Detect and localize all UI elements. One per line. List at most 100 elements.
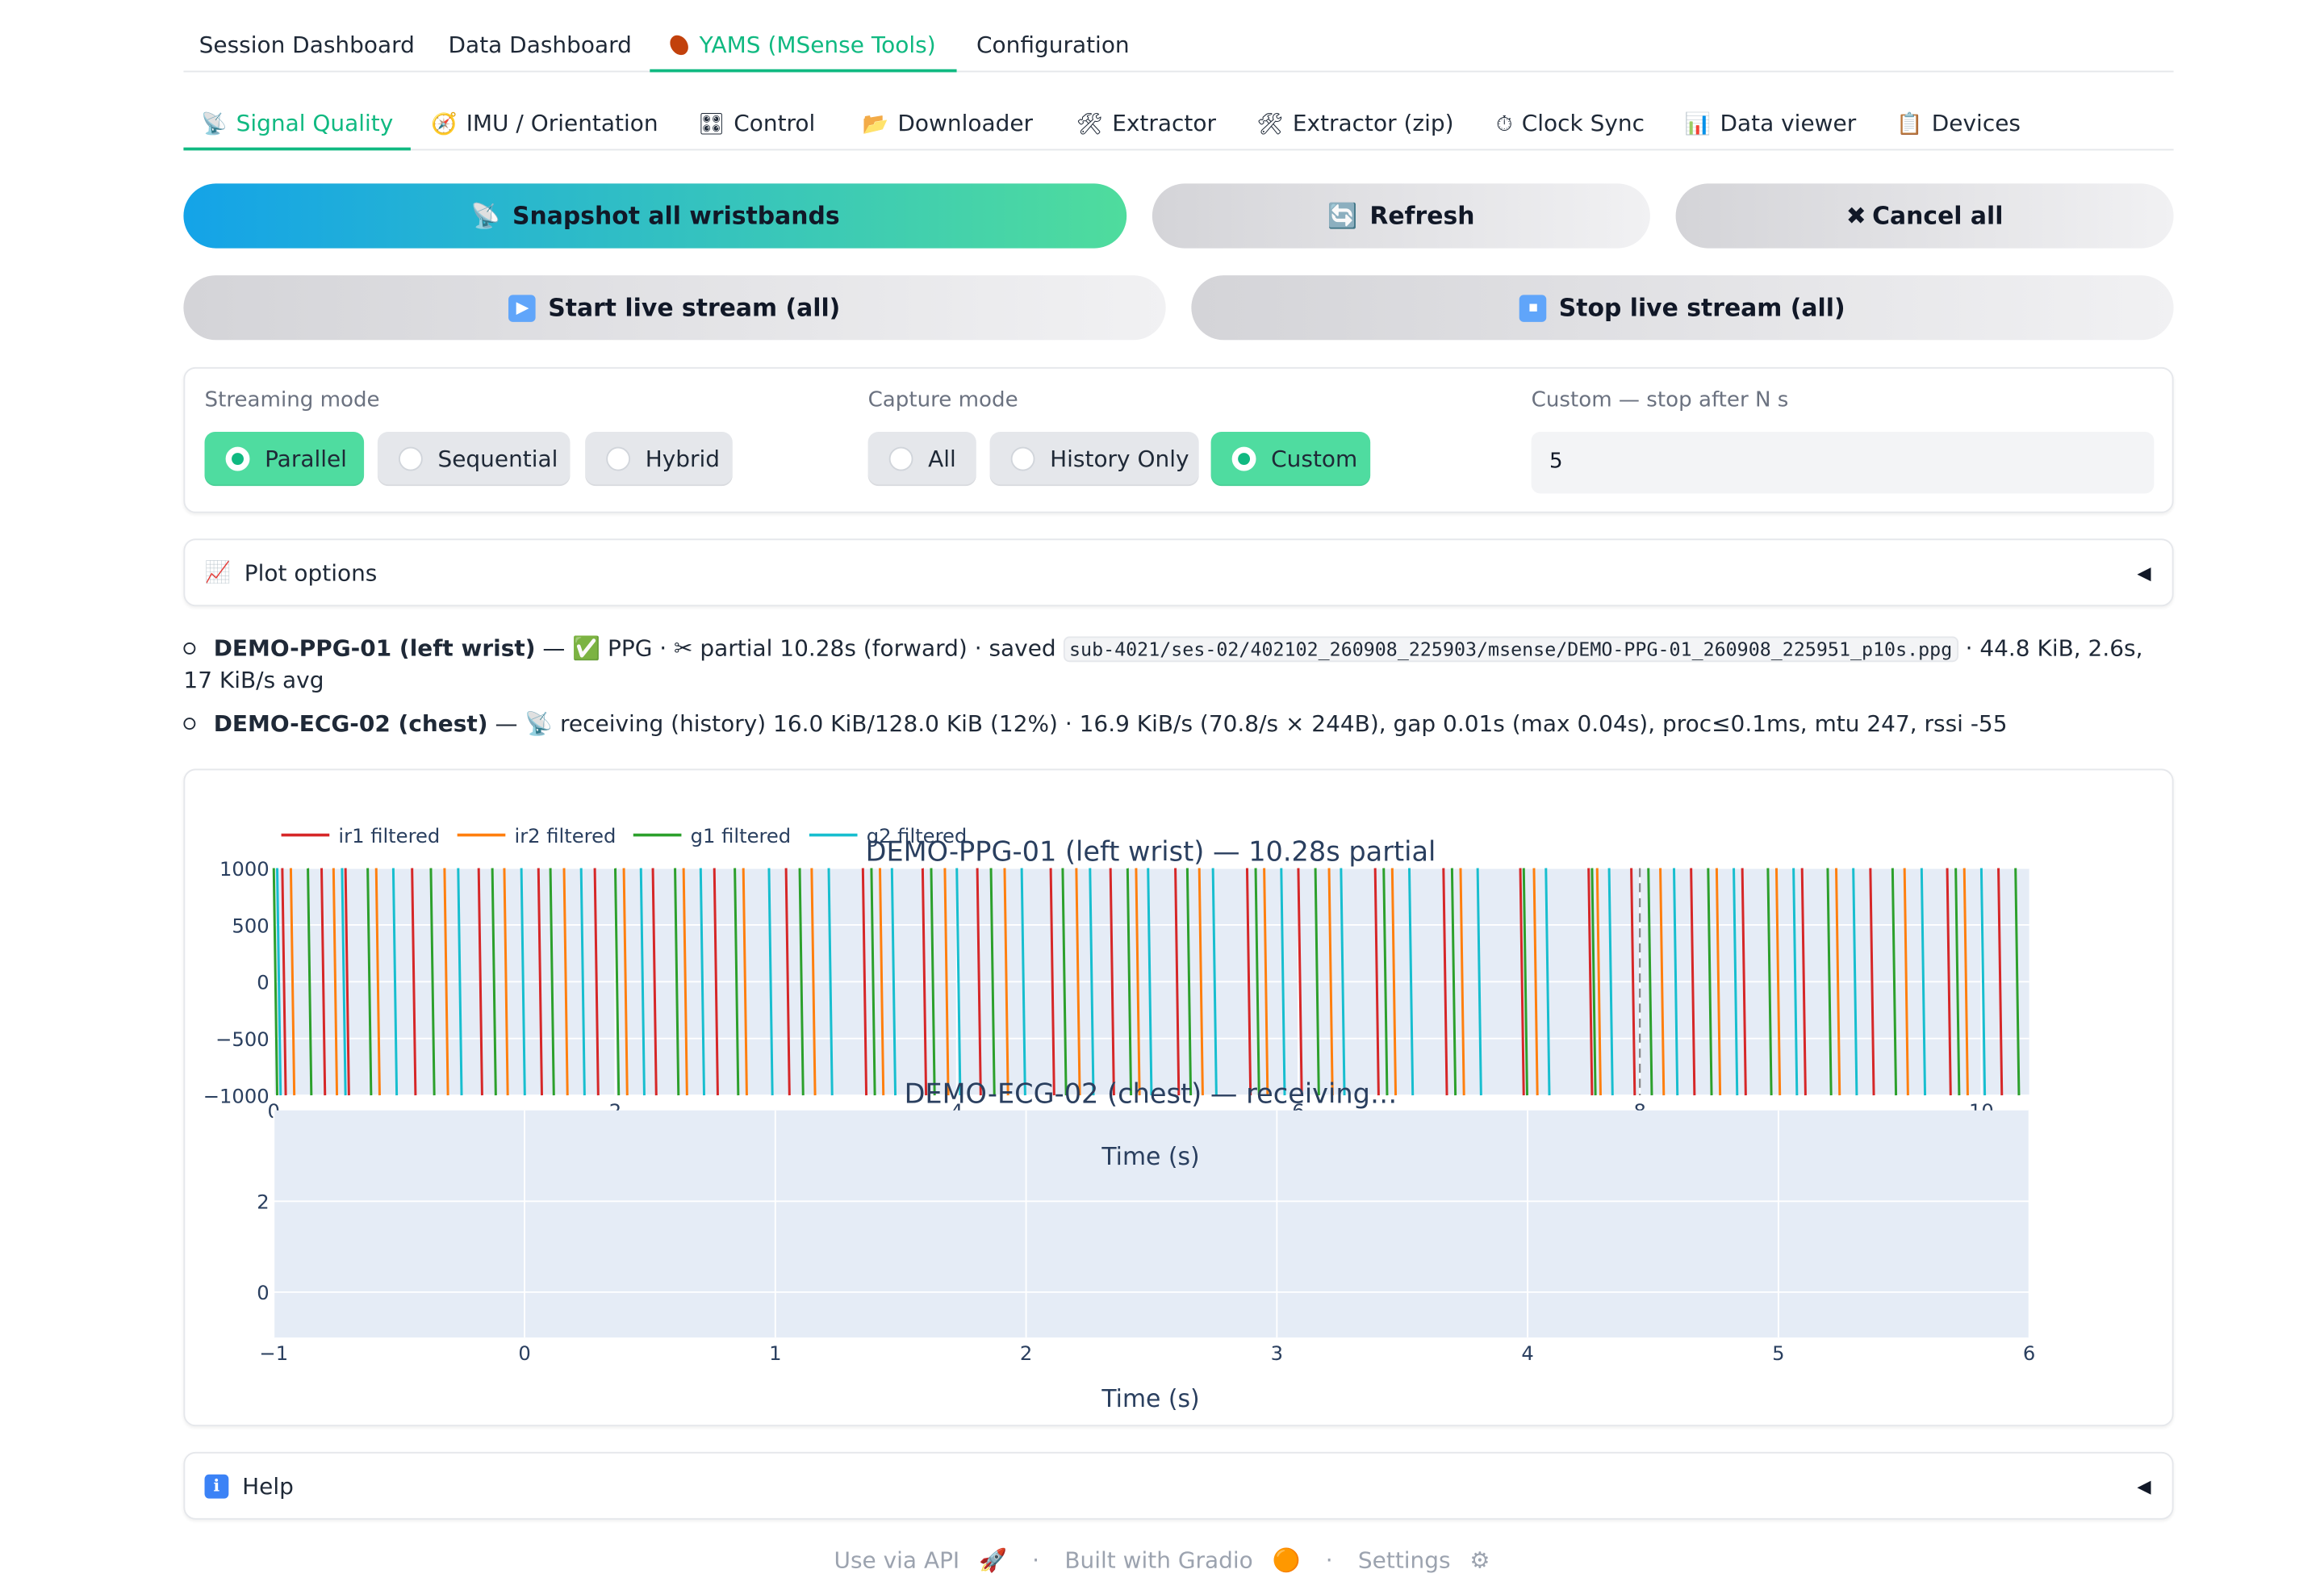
x-axis-title-ppg: Time (s) [1101, 1143, 1199, 1171]
radio-dot [398, 446, 423, 471]
link-label: Settings [1357, 1546, 1451, 1574]
footer: Use via API 🚀 · Built with Gradio 🟠 · Se… [0, 1546, 2324, 1574]
tab-label: Extractor (zip) [1292, 110, 1454, 137]
radio-hybrid[interactable]: Hybrid [585, 431, 733, 487]
plot-options-accordion[interactable]: 📈 Plot options ◀ [183, 538, 2174, 607]
device-name: DEMO-ECG-02 (chest) [213, 709, 488, 738]
tab-label: Extractor [1112, 110, 1216, 137]
use-via-api-link[interactable]: Use via API 🚀 [828, 1546, 1013, 1574]
y-tick-label: 0 [257, 1282, 269, 1304]
radio-parallel[interactable]: Parallel [204, 431, 365, 487]
tab-yams-msense-tools[interactable]: YAMS (MSense Tools) [650, 18, 957, 73]
tab-label: Data Dashboard [448, 31, 632, 59]
tab-signal-quality[interactable]: 📡 Signal Quality [183, 96, 411, 151]
x-tick-label: 6 [2023, 1342, 2035, 1365]
tools-icon: 🛠 [1076, 112, 1104, 137]
custom-stop-label: Custom — stop after N s [1531, 387, 1789, 412]
accordion-label: Plot options [244, 559, 378, 587]
tab-extractor-zip[interactable]: 🛠 Extractor (zip) [1252, 96, 1459, 149]
tab-downloader[interactable]: 📂 Downloader [858, 96, 1039, 149]
options-panel: Streaming mode Parallel Sequential Hybri… [183, 366, 2174, 513]
gradio-logo-icon: 🟠 [1272, 1546, 1301, 1574]
radio-label: History Only [1050, 445, 1189, 473]
help-accordion[interactable]: ℹ Help ◀ [183, 1451, 2174, 1520]
help-header: ℹ Help [204, 1454, 294, 1518]
tab-data-viewer[interactable]: 📊 Data viewer [1685, 96, 1857, 149]
stop-icon: ⏹ [1519, 294, 1547, 321]
radio-dot [606, 446, 631, 471]
tab-label: Session Dashboard [199, 31, 415, 59]
tab-label: Data viewer [1720, 110, 1857, 137]
tab-extractor[interactable]: 🛠 Extractor [1071, 96, 1221, 149]
page: Session Dashboard Data Dashboard YAMS (M… [0, 0, 2324, 1585]
stop-live-stream-button[interactable]: ⏹ Stop live stream (all) [1191, 275, 2174, 341]
close-icon: ✖ [1845, 201, 1866, 231]
tab-imu-orientation[interactable]: 🧭 IMU / Orientation [424, 96, 665, 149]
y-tick-label: 1000 [219, 858, 270, 881]
tab-label: Downloader [897, 110, 1034, 137]
radio-sequential[interactable]: Sequential [377, 431, 571, 487]
compass-icon: 🧭 [431, 112, 458, 137]
signal-plot[interactable]: ir1 filtered ir2 filtered g1 filtered g2… [185, 770, 2175, 1428]
link-label: Built with Gradio [1064, 1546, 1253, 1574]
tab-clock-sync[interactable]: ⏱ Clock Sync [1486, 96, 1655, 149]
radio-custom[interactable]: Custom [1210, 431, 1371, 487]
cancel-all-button[interactable]: ✖ Cancel all [1675, 183, 2174, 249]
x-tick-label: 1 [769, 1342, 781, 1365]
plot-options-header: 📈 Plot options [205, 540, 378, 605]
snapshot-all-button[interactable]: 📡 Snapshot all wristbands [183, 183, 1127, 249]
separator-dot: · [1325, 1546, 1333, 1574]
button-label: Refresh [1369, 201, 1475, 231]
tab-label: Configuration [976, 31, 1130, 59]
settings-link[interactable]: Settings ⚙ [1352, 1546, 1496, 1574]
status-text: PPG · ✂ partial 10.28s (forward) · saved [600, 634, 1064, 663]
button-label: Cancel all [1872, 201, 2004, 231]
chart-title-ecg: DEMO-ECG-02 (chest) — receiving… [905, 1078, 1398, 1109]
streaming-mode-label: Streaming mode [204, 387, 380, 412]
capture-mode-label: Capture mode [867, 387, 1018, 412]
link-label: Use via API [834, 1546, 960, 1574]
gear-icon: ⚙ [1469, 1546, 1490, 1574]
legend-label: ir1 filtered [338, 825, 440, 847]
radio-dot [888, 446, 913, 471]
stopwatch-icon: ⏱ [1496, 112, 1513, 137]
radio-all[interactable]: All [867, 431, 976, 487]
tools-icon: 🛠 [1256, 112, 1284, 137]
sweet-potato-icon [666, 31, 692, 59]
control-knobs-icon: 🎛 [697, 112, 725, 137]
radio-label: Hybrid [645, 445, 721, 473]
sub-tab-bar: 📡 Signal Quality 🧭 IMU / Orientation 🎛 Cont… [183, 96, 2174, 151]
chart-title-ppg: DEMO-PPG-01 (left wrist) — 10.28s partia… [866, 835, 1436, 867]
caret-left-icon: ◀ [2137, 1475, 2151, 1496]
plot-panel: ir1 filtered ir2 filtered g1 filtered g2… [183, 768, 2175, 1428]
info-icon: ℹ [204, 1473, 229, 1498]
radio-dot [1010, 446, 1035, 471]
device-name: DEMO-PPG-01 (left wrist) [213, 634, 536, 663]
custom-seconds-input[interactable]: 5 [1531, 431, 2155, 494]
radio-history-only[interactable]: History Only [989, 431, 1199, 487]
start-live-stream-button[interactable]: ▶ Start live stream (all) [183, 275, 1166, 341]
play-icon: ▶ [508, 294, 537, 321]
status-text: receiving (history) 16.0 KiB/128.0 KiB (… [553, 709, 2008, 738]
satellite-icon: 📡 [470, 201, 501, 231]
folder-icon: 📂 [862, 112, 889, 137]
tab-devices[interactable]: 📋 Devices [1896, 96, 2022, 149]
y-tick-label: 500 [232, 914, 269, 937]
radio-label: Custom [1271, 445, 1358, 473]
x-tick-label: 0 [518, 1342, 530, 1365]
built-with-gradio-link[interactable]: Built with Gradio 🟠 [1059, 1546, 1306, 1574]
rocket-icon: 🚀 [979, 1546, 1007, 1574]
satellite-icon: 📡 [525, 709, 554, 738]
saved-file-path: sub-4021/ses-02/402102_260908_225903/mse… [1063, 636, 1958, 663]
y-tick-label: 2 [257, 1191, 269, 1214]
status-line-ecg: DEMO-ECG-02 (chest) — 📡 receiving (histo… [183, 709, 2173, 740]
radio-label: Parallel [265, 445, 347, 473]
plot-legend[interactable]: ir1 filtered ir2 filtered g1 filtered g2… [281, 825, 968, 847]
tab-control[interactable]: 🎛 Control [695, 96, 818, 149]
x-tick-label: 3 [1271, 1342, 1283, 1365]
refresh-button[interactable]: 🔄 Refresh [1152, 183, 1650, 249]
tab-data-dashboard[interactable]: Data Dashboard [430, 18, 650, 70]
tab-session-dashboard[interactable]: Session Dashboard [183, 18, 430, 70]
tab-configuration[interactable]: Configuration [957, 18, 1150, 70]
tab-label: YAMS (MSense Tools) [699, 31, 936, 59]
